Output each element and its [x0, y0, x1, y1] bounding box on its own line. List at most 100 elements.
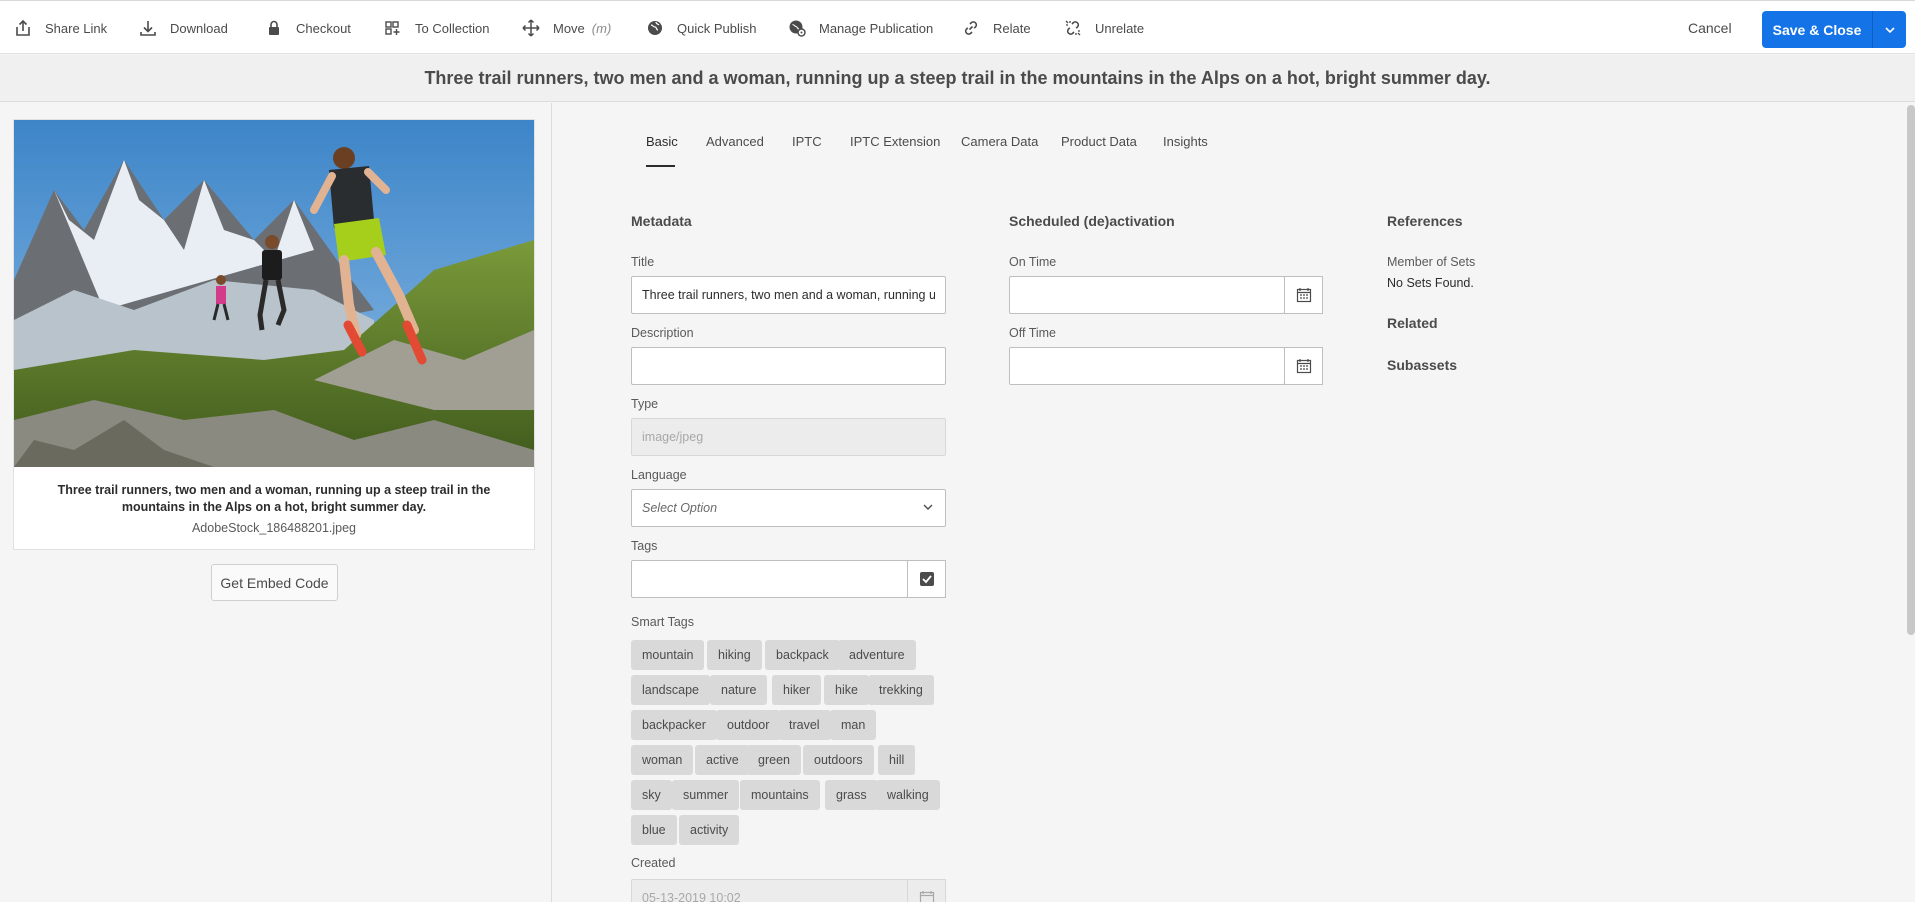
collection-icon	[385, 21, 400, 35]
properties-panel: Basic Advanced IPTC IPTC Extension Camer…	[553, 103, 1915, 902]
share-icon	[16, 19, 30, 36]
smart-tag[interactable]: backpack	[765, 640, 840, 670]
smart-tag[interactable]: walking	[876, 780, 940, 810]
description-label: Description	[631, 326, 694, 340]
smart-tag[interactable]: man	[830, 710, 877, 740]
share-link-label: Share Link	[45, 20, 108, 36]
quick-publish-button[interactable]: Quick Publish	[646, 17, 756, 39]
chevron-down-icon	[1884, 26, 1895, 33]
move-icon	[522, 19, 540, 37]
tags-picker-button[interactable]	[907, 560, 946, 598]
smart-tag[interactable]: summer	[672, 780, 740, 810]
smart-tag[interactable]: nature	[710, 675, 768, 705]
download-button[interactable]: Download	[139, 17, 228, 39]
tags-input[interactable]	[631, 560, 908, 598]
smart-tag[interactable]: blue	[631, 815, 677, 845]
smart-tag[interactable]: hike	[824, 675, 869, 705]
page-title: Three trail runners, two men and a woman…	[0, 55, 1915, 102]
title-label: Title	[631, 255, 655, 269]
tab-iptc[interactable]: IPTC	[792, 134, 822, 149]
member-of-sets-label: Member of Sets	[1387, 255, 1476, 269]
checkout-button[interactable]: Checkout	[265, 17, 351, 39]
on-time-calendar-button[interactable]	[1284, 276, 1323, 314]
created-label: Created	[631, 856, 676, 870]
checkbox-icon	[919, 572, 934, 586]
asset-filename: AdobeStock_186488201.jpeg	[191, 521, 357, 535]
smart-tag[interactable]: outdoors	[803, 745, 874, 775]
relate-label: Relate	[993, 20, 1031, 36]
manage-publication-button[interactable]: Manage Publication	[788, 17, 933, 39]
tab-insights[interactable]: Insights	[1163, 134, 1208, 149]
cancel-button[interactable]: Cancel	[1688, 20, 1732, 36]
tab-advanced[interactable]: Advanced	[706, 134, 764, 149]
calendar-icon	[1296, 359, 1311, 374]
off-time-calendar-button[interactable]	[1284, 347, 1323, 385]
manage-publication-label: Manage Publication	[819, 20, 934, 36]
smart-tag[interactable]: hiking	[707, 640, 762, 670]
unrelate-button[interactable]: Unrelate	[1064, 17, 1144, 39]
smart-tag[interactable]: trekking	[868, 675, 934, 705]
save-close-button[interactable]: Save & Close	[1762, 11, 1906, 48]
smart-tag[interactable]: outdoor	[716, 710, 781, 740]
tab-camera-data[interactable]: Camera Data	[961, 134, 1038, 149]
subassets-heading[interactable]: Subassets	[1387, 357, 1457, 373]
active-tab-indicator	[646, 165, 675, 167]
smart-tag[interactable]: landscape	[631, 675, 710, 705]
action-bar: Share Link Download Checkout To Collecti…	[0, 0, 1915, 54]
type-field	[631, 418, 946, 456]
smart-tag[interactable]: activity	[679, 815, 740, 845]
scrollbar[interactable]	[1907, 105, 1915, 635]
smart-tag[interactable]: hill	[878, 745, 916, 775]
relate-button[interactable]: Relate	[962, 17, 1031, 39]
smart-tag[interactable]: adventure	[838, 640, 916, 670]
smart-tag[interactable]: sky	[631, 780, 672, 810]
smart-tag[interactable]: travel	[778, 710, 831, 740]
on-time-field[interactable]	[1009, 276, 1285, 314]
unrelate-label: Unrelate	[1095, 20, 1145, 36]
smart-tag[interactable]: mountain	[631, 640, 705, 670]
smart-tag[interactable]: backpacker	[631, 710, 717, 740]
smart-tag[interactable]: hiker	[772, 675, 822, 705]
calendar-icon	[919, 891, 934, 902]
asset-preview-panel: Three trail runners, two men and a woman…	[0, 103, 552, 902]
chevron-down-icon	[923, 504, 933, 510]
smart-tag[interactable]: woman	[631, 745, 694, 775]
description-field[interactable]	[631, 347, 946, 385]
smart-tag[interactable]: grass	[825, 780, 878, 810]
save-options-toggle[interactable]	[1873, 26, 1906, 33]
off-time-field[interactable]	[1009, 347, 1285, 385]
download-label: Download	[170, 20, 228, 36]
move-button[interactable]: Move (m)	[522, 17, 611, 39]
smart-tag[interactable]: green	[747, 745, 801, 775]
title-field[interactable]	[631, 276, 946, 314]
save-close-label: Save & Close	[1772, 21, 1862, 38]
created-field	[631, 879, 908, 902]
asset-card: Three trail runners, two men and a woman…	[13, 119, 535, 550]
asset-thumbnail[interactable]	[14, 120, 534, 467]
to-collection-button[interactable]: To Collection	[384, 17, 489, 39]
move-shortcut: (m)	[591, 20, 612, 36]
scheduled-heading: Scheduled (de)activation	[1009, 213, 1175, 229]
globe-gear-icon	[789, 20, 806, 37]
share-link-button[interactable]: Share Link	[14, 17, 107, 39]
tab-basic[interactable]: Basic	[646, 134, 678, 149]
tags-label: Tags	[631, 539, 658, 553]
smart-tag[interactable]: active	[695, 745, 750, 775]
related-heading[interactable]: Related	[1387, 315, 1438, 331]
member-of-sets-value: No Sets Found.	[1387, 276, 1474, 290]
language-label: Language	[631, 468, 687, 482]
property-tabs: Basic Advanced IPTC IPTC Extension Camer…	[553, 103, 1915, 168]
language-select[interactable]: Select Option	[631, 489, 946, 527]
tab-product-data[interactable]: Product Data	[1061, 134, 1137, 149]
get-embed-code-button[interactable]: Get Embed Code	[211, 564, 338, 601]
metadata-heading: Metadata	[631, 213, 692, 229]
calendar-icon	[1296, 288, 1311, 303]
tab-iptc-extension[interactable]: IPTC Extension	[850, 134, 940, 149]
asset-caption: Three trail runners, two men and a woman…	[57, 483, 491, 514]
globe-icon	[648, 21, 662, 35]
lock-icon	[269, 20, 279, 35]
smart-tag[interactable]: mountains	[740, 780, 820, 810]
off-time-label: Off Time	[1009, 326, 1057, 340]
to-collection-label: To Collection	[415, 20, 490, 36]
created-calendar-button	[907, 879, 946, 902]
